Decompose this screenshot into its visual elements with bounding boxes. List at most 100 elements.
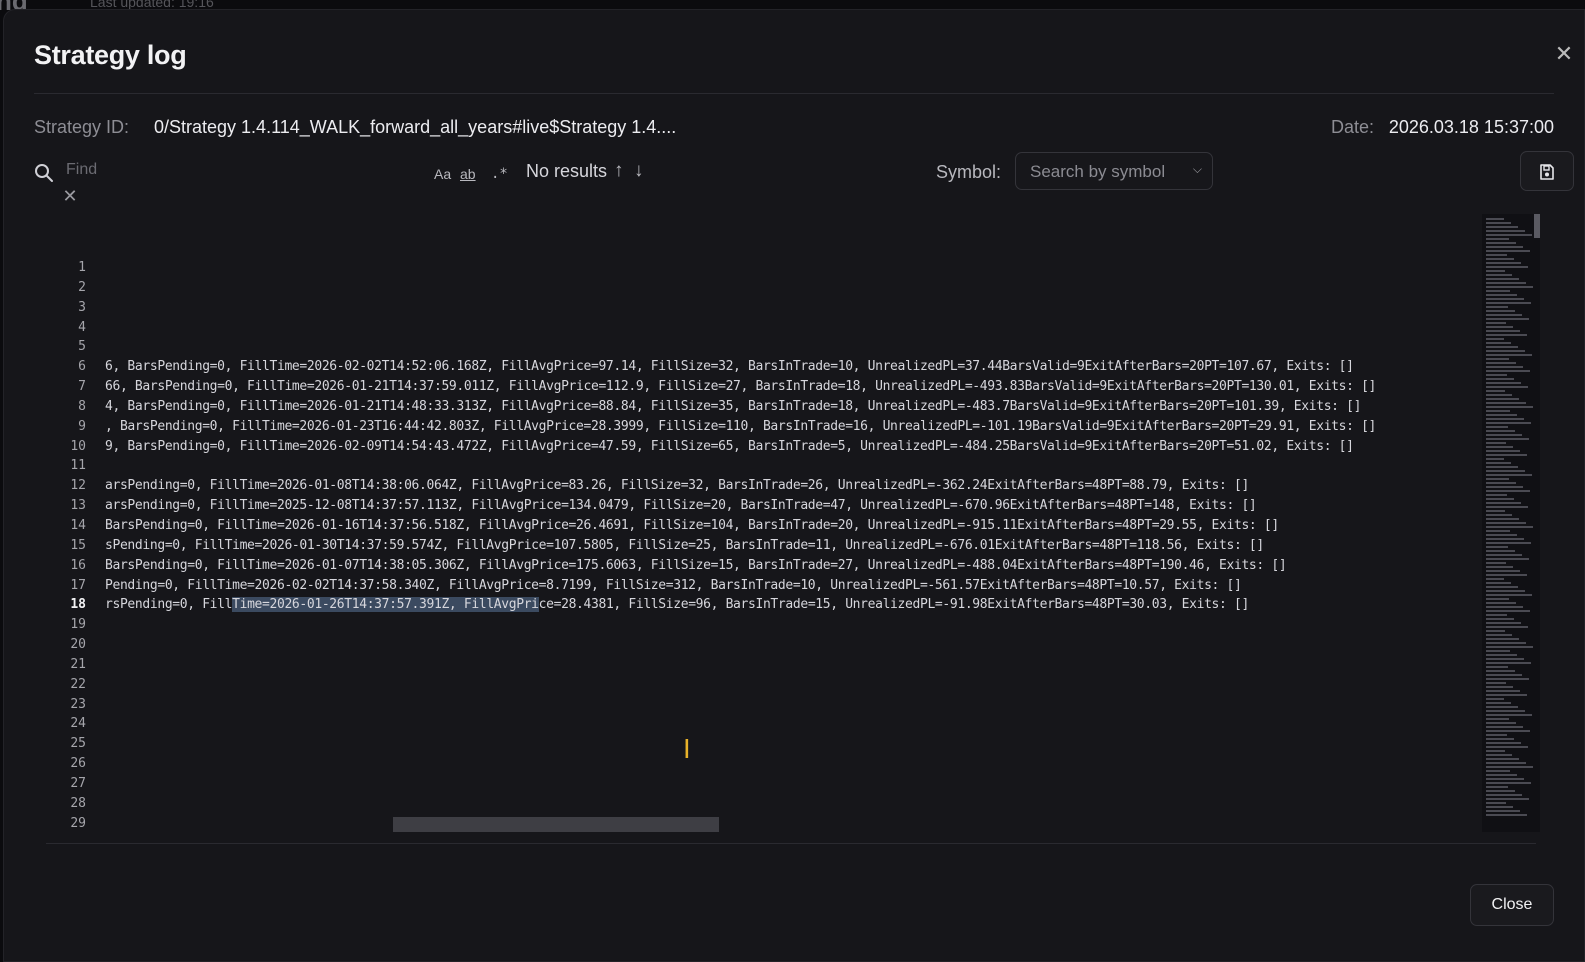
minimap-line [1486,806,1513,808]
log-line[interactable]: arsPending=0, FillTime=2026-01-08T14:38:… [105,476,1490,496]
log-line[interactable]: 66, BarsPending=0, FillTime=2026-01-21T1… [105,377,1490,397]
line-number: 19 [70,617,86,633]
log-editor[interactable]: 1 2 3 4 5 6 7 8 9 10 11 12 13 14 15 16 17 18 19 20 21 22 23 24 2… [46,205,1540,833]
minimap-line [1486,598,1509,600]
minimap-line [1486,502,1521,504]
minimap-slider[interactable] [1534,214,1540,238]
log-line[interactable]: 4, BarsPending=0, FillTime=2026-01-21T14… [105,397,1490,417]
log-line[interactable] [105,655,1490,675]
log-line[interactable]: BarsPending=0, FillTime=2026-01-16T14:37… [105,516,1490,536]
minimap-line [1486,474,1532,476]
regex-toggle[interactable]: .* [491,162,508,186]
minimap-line [1486,378,1514,380]
match-case-toggle[interactable]: Aa [434,162,451,186]
minimap-line [1486,662,1531,664]
log-line[interactable] [105,258,1490,278]
minimap-line [1486,706,1518,708]
next-match-icon[interactable]: ↓ [634,160,644,182]
minimap-line [1486,654,1517,656]
minimap-line [1486,730,1530,732]
horizontal-scrollbar[interactable] [393,817,719,832]
log-line[interactable]: arsPending=0, FillTime=2025-12-08T14:37:… [105,496,1490,516]
log-line[interactable]: Pending=0, FillTime=2026-02-02T14:37:58.… [105,576,1490,596]
log-line[interactable] [105,615,1490,635]
close-button[interactable]: Close [1470,884,1554,926]
log-line[interactable] [105,318,1490,338]
minimap-line [1486,446,1513,448]
minimap-line [1486,354,1532,356]
minimap-line [1486,534,1517,536]
log-line[interactable] [105,675,1490,695]
minimap-line [1486,234,1532,236]
minimap-line [1486,466,1518,468]
log-line[interactable]: rsPending=0, FillTime=2026-01-26T14:37:5… [105,595,1490,615]
log-line[interactable]: sPending=0, FillTime=2026-01-30T14:37:59… [105,536,1490,556]
log-line[interactable]: , BarsPending=0, FillTime=2026-01-23T16:… [105,417,1490,437]
minimap-line [1486,814,1527,816]
minimap-line [1486,778,1524,780]
minimap-line [1486,302,1531,304]
save-button[interactable] [1520,151,1574,191]
log-line[interactable] [105,734,1490,754]
symbol-select-placeholder: Search by symbol [1030,162,1166,181]
minimap-line [1486,350,1525,352]
previous-match-icon[interactable]: ↑ [614,160,624,182]
log-line[interactable] [105,794,1490,814]
line-number: 29 [70,815,86,831]
strategy-id-value: 0/Strategy 1.4.114_WALK_forward_all_year… [154,117,677,137]
line-number: 2 [78,279,86,295]
log-line[interactable]: BarsPending=0, FillTime=2026-01-07T14:38… [105,556,1490,576]
log-line[interactable] [105,456,1490,476]
minimap-line [1486,230,1525,232]
minimap-line [1486,582,1511,584]
log-line[interactable] [105,278,1490,298]
clear-find-icon[interactable]: ✕ [61,186,79,206]
log-line[interactable] [105,774,1490,794]
minimap-line [1486,442,1506,444]
log-line[interactable]: 9, BarsPending=0, FillTime=2026-02-09T14… [105,437,1490,457]
minimap-line [1486,222,1511,224]
header-divider [34,93,1554,94]
minimap-line [1486,406,1533,408]
log-line[interactable] [105,298,1490,318]
minimap-line [1486,254,1507,256]
minimap-line [1486,330,1520,332]
minimap-line [1486,286,1533,288]
minimap-line [1486,358,1509,360]
minimap-line [1486,554,1522,556]
editor-minimap[interactable] [1482,214,1540,832]
log-line[interactable] [105,754,1490,774]
log-line[interactable] [105,337,1490,357]
minimap-line [1486,698,1504,700]
minimap-line [1486,314,1522,316]
line-number: 22 [70,676,86,692]
line-number: 4 [78,319,86,335]
log-line[interactable]: 6, BarsPending=0, FillTime=2026-02-02T14… [105,357,1490,377]
minimap-line [1486,650,1510,652]
minimap-line [1486,578,1504,580]
log-line[interactable] [105,814,1490,833]
close-icon[interactable]: ✕ [1552,42,1576,66]
minimap-line [1486,450,1520,452]
minimap-line [1486,694,1527,696]
log-content[interactable]: 6, BarsPending=0, FillTime=2026-02-02T14… [105,258,1490,833]
find-input[interactable] [64,156,368,184]
symbol-select[interactable]: Search by symbol ⌵ [1015,152,1213,190]
minimap-line [1486,510,1505,512]
whole-word-toggle[interactable]: ab [460,162,476,186]
minimap-line [1486,646,1533,648]
minimap-line [1486,810,1520,812]
log-line[interactable] [105,695,1490,715]
minimap-line [1486,790,1515,792]
log-line[interactable] [105,714,1490,734]
footer-divider [46,843,1536,844]
minimap-line [1486,494,1507,496]
minimap-line [1486,638,1519,640]
minimap-line [1486,218,1504,220]
minimap-line [1486,246,1523,248]
minimap-line [1486,462,1511,464]
minimap-line [1486,602,1516,604]
log-line[interactable] [105,635,1490,655]
line-number: 13 [70,498,86,514]
minimap-line [1486,418,1524,420]
